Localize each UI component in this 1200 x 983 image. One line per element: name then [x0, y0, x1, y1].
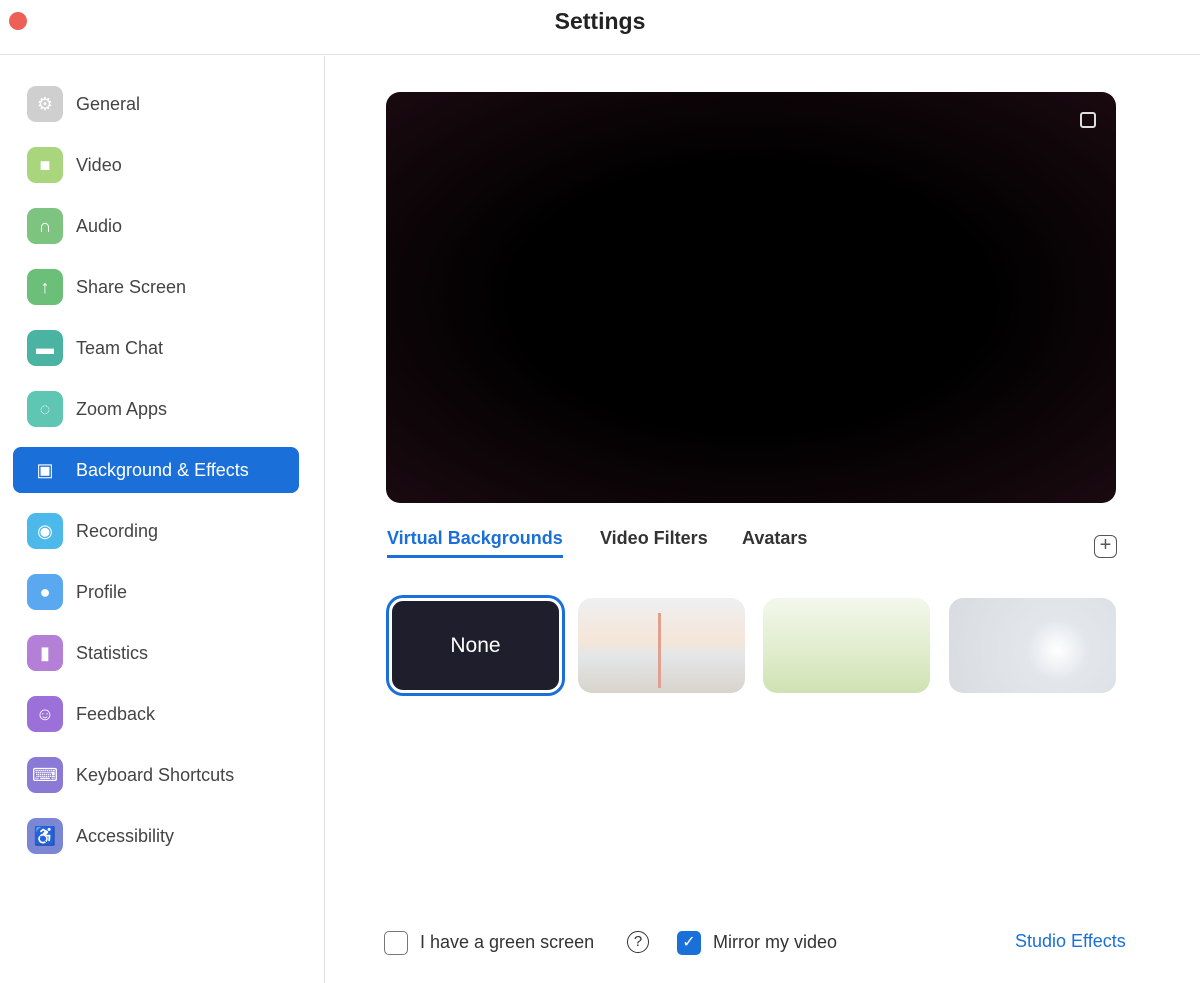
- sidebar-item-recording[interactable]: ◉ Recording: [13, 508, 299, 554]
- person-card-icon: ▣: [36, 459, 54, 480]
- title-bar: Settings: [0, 0, 1200, 55]
- video-camera-icon: ■: [27, 147, 63, 183]
- background-golden-gate-bridge[interactable]: [578, 598, 745, 693]
- sidebar-item-label: Recording: [76, 520, 159, 541]
- gear-icon: ⚙: [27, 86, 63, 122]
- sidebar-item-zoom-apps[interactable]: ◌ Zoom Apps: [13, 386, 299, 432]
- sidebar-item-profile[interactable]: ● Profile: [13, 569, 299, 615]
- background-grass[interactable]: [763, 598, 930, 693]
- green-screen-label: I have a green screen: [420, 932, 595, 952]
- rotate-camera-icon[interactable]: [1080, 112, 1096, 128]
- sidebar-item-statistics[interactable]: ▮ Statistics: [13, 630, 299, 676]
- tab-video-filters[interactable]: Video Filters: [600, 528, 708, 549]
- background-none[interactable]: None: [389, 598, 562, 693]
- sidebar-item-label: Background & Effects: [76, 459, 249, 480]
- headphones-icon: ∩: [27, 208, 63, 244]
- sidebar-item-keyboard-shortcuts[interactable]: ⌨ Keyboard Shortcuts: [13, 752, 299, 798]
- video-preview: [386, 92, 1116, 503]
- sidebar-item-video[interactable]: ■ Video: [13, 142, 299, 188]
- sidebar-item-share-screen[interactable]: ↑ Share Screen: [13, 264, 299, 310]
- green-screen-checkbox[interactable]: [384, 931, 408, 955]
- bridge-tower: [658, 613, 661, 688]
- mirror-video-checkbox[interactable]: ✓: [677, 931, 701, 955]
- sidebar-item-label: Feedback: [76, 703, 156, 724]
- share-screen-icon: ↑: [27, 269, 63, 305]
- studio-effects-link[interactable]: Studio Effects: [1015, 931, 1126, 952]
- sidebar-item-label: General: [76, 93, 141, 114]
- sidebar-item-label: Video: [76, 154, 122, 175]
- sidebar-item-background-effects[interactable]: ▣ Background & Effects: [13, 447, 299, 493]
- sidebar-item-audio[interactable]: ∩ Audio: [13, 203, 299, 249]
- smiley-icon: ☺: [27, 696, 63, 732]
- mirror-video-label: Mirror my video: [713, 932, 838, 952]
- tab-virtual-backgrounds[interactable]: Virtual Backgrounds: [387, 528, 563, 558]
- keyboard-icon: ⌨: [27, 757, 63, 793]
- sidebar-item-team-chat[interactable]: ▬ Team Chat: [13, 325, 299, 371]
- record-icon: ◉: [27, 513, 63, 549]
- sidebar-item-label: Share Screen: [76, 276, 187, 297]
- sidebar-item-label: Accessibility: [76, 825, 175, 846]
- sidebar-item-label: Profile: [76, 581, 128, 602]
- sidebar-item-label: Keyboard Shortcuts: [76, 764, 235, 785]
- sidebar-item-label: Team Chat: [76, 337, 164, 358]
- accessibility-icon: ♿: [27, 818, 63, 854]
- sidebar-item-accessibility[interactable]: ♿ Accessibility: [13, 813, 299, 859]
- chat-bubble-icon: ▬: [27, 330, 63, 366]
- help-icon[interactable]: ?: [627, 931, 649, 953]
- sidebar-item-label: Zoom Apps: [76, 398, 168, 419]
- bar-chart-icon: ▮: [27, 635, 63, 671]
- sidebar-item-general[interactable]: ⚙ General: [13, 81, 299, 127]
- background-earth-from-space[interactable]: [949, 598, 1116, 693]
- sidebar: ⚙ General ■ Video ∩ Audio ↑ Share Screen ▬ Team C…: [0, 56, 325, 983]
- tab-avatars[interactable]: Avatars: [742, 528, 807, 549]
- sidebar-item-label: Statistics: [76, 642, 149, 663]
- sidebar-item-feedback[interactable]: ☺ Feedback: [13, 691, 299, 737]
- add-background-button[interactable]: +: [1094, 535, 1117, 558]
- profile-icon: ●: [27, 574, 63, 610]
- apps-icon: ◌: [27, 391, 63, 427]
- window-title: Settings: [554, 8, 646, 34]
- sidebar-item-label: Audio: [76, 215, 123, 236]
